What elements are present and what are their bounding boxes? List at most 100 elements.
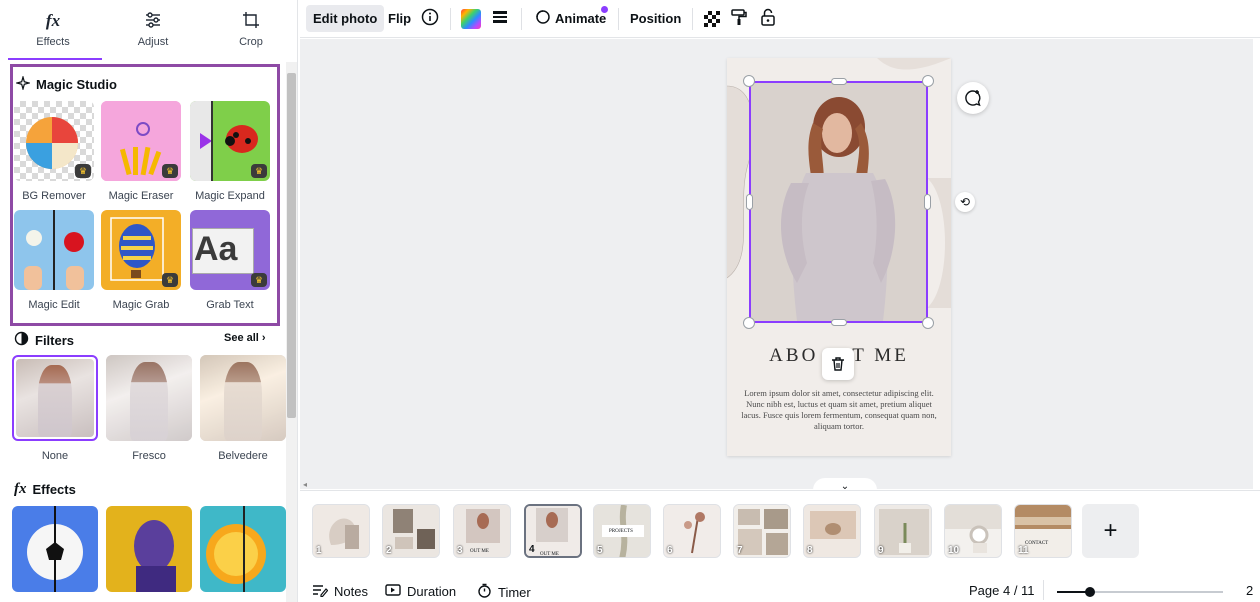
magic-edit-tile[interactable]	[14, 210, 94, 290]
panel-scrollbar-thumb[interactable]	[287, 73, 296, 418]
paint-roller-icon[interactable]	[728, 8, 750, 30]
filter-none-label: None	[41, 450, 69, 462]
zoom-slider-knob[interactable]	[1085, 587, 1095, 597]
see-all-label: See all	[224, 332, 259, 344]
timer-icon	[477, 583, 492, 601]
magic-eraser-tile[interactable]: ♛	[101, 101, 181, 181]
position-button[interactable]: Position	[623, 5, 688, 32]
portrait-image	[134, 520, 176, 592]
toolbar-divider	[618, 8, 619, 30]
toolbar-divider	[450, 8, 451, 30]
filters-see-all[interactable]: See all ›	[224, 332, 266, 344]
page-body-text[interactable]: Lorem ipsum dolor sit amet, consectetur …	[737, 388, 941, 432]
filter-fresco[interactable]	[106, 355, 192, 441]
page-number: 3	[457, 545, 463, 556]
page-number: 11	[1018, 545, 1029, 556]
side-panel: fx Effects Adjust Crop Magic Studio ♛ ♛ …	[0, 0, 298, 602]
magic-expand-tile[interactable]: ♛	[190, 101, 270, 181]
page-indicator-text: Page 4 / 11	[969, 583, 1035, 598]
page-number: 4	[529, 544, 535, 555]
magic-grab-label: Magic Grab	[112, 299, 170, 311]
resize-handle-s[interactable]	[831, 319, 847, 326]
page-thumbnail[interactable]: CONTACT 11	[1014, 504, 1072, 558]
resize-handle-e[interactable]	[924, 194, 931, 210]
effect-orange-split[interactable]	[200, 506, 286, 592]
tab-adjust[interactable]: Adjust	[104, 0, 202, 60]
flower-hands-image	[24, 210, 84, 290]
chevron-right-icon: ›	[261, 332, 266, 344]
flip-button[interactable]: Flip	[381, 5, 418, 32]
timer-button[interactable]: Timer	[477, 583, 531, 601]
zoom-slider-track[interactable]	[1057, 587, 1223, 597]
page-thumbnail[interactable]: 9	[874, 504, 932, 558]
panel-tabs: fx Effects Adjust Crop	[0, 0, 298, 62]
resize-handle-ne[interactable]	[922, 75, 934, 87]
thumb-caption: PROJECTS	[609, 529, 633, 534]
resize-handle-se[interactable]	[922, 317, 934, 329]
filter-belvedere-preview	[200, 355, 286, 441]
page-thumbnail[interactable]: 1	[312, 504, 370, 558]
page-thumbnail[interactable]: OUT ME 3	[453, 504, 511, 558]
page-number: 6	[667, 545, 673, 556]
grab-text-aa: Aa	[194, 230, 238, 268]
delete-button[interactable]	[822, 348, 854, 380]
resize-handle-w[interactable]	[746, 194, 753, 210]
page-thumbnail[interactable]: 2	[382, 504, 440, 558]
rotate-icon[interactable]: ⟲	[955, 192, 975, 212]
fx-small-icon: fx	[14, 481, 27, 497]
magic-expand-label: Magic Expand	[195, 190, 265, 202]
toolbar-divider	[521, 8, 522, 30]
page-thumbnail[interactable]: 8	[803, 504, 861, 558]
effect-soccer-ball[interactable]	[12, 506, 98, 592]
add-page-button[interactable]: +	[1082, 504, 1139, 558]
page-indicator[interactable]: Page 4 / 11	[969, 583, 1035, 598]
edit-photo-button[interactable]: Edit photo	[306, 5, 385, 32]
bg-remover-tile[interactable]: ♛	[14, 101, 94, 181]
page-thumbnail[interactable]: PROJECTS 5	[593, 504, 651, 558]
zoom-value[interactable]: 2	[1246, 583, 1253, 598]
add-comment-button[interactable]	[957, 82, 989, 114]
premium-crown-icon: ♛	[251, 273, 267, 287]
filter-fresco-label: Fresco	[132, 450, 166, 462]
tab-crop-label: Crop	[239, 36, 263, 48]
premium-crown-icon: ♛	[75, 164, 91, 178]
effects-title: Effects	[32, 482, 76, 497]
grab-text-tile[interactable]: Aa ♛	[190, 210, 270, 290]
tab-crop[interactable]: Crop	[202, 0, 300, 60]
transparency-icon[interactable]	[701, 8, 723, 30]
magic-edit-label: Magic Edit	[28, 299, 80, 311]
notes-label: Notes	[334, 584, 368, 599]
resize-handle-sw[interactable]	[743, 317, 755, 329]
page-number: 1	[316, 545, 322, 556]
info-icon[interactable]	[419, 8, 441, 30]
resize-handle-nw[interactable]	[743, 75, 755, 87]
filter-none[interactable]	[12, 355, 98, 441]
page-number: 10	[948, 545, 960, 556]
filter-belvedere[interactable]	[200, 355, 286, 441]
effect-duotone-portrait[interactable]	[106, 506, 192, 592]
tab-effects-label: Effects	[36, 36, 70, 48]
resize-handle-n[interactable]	[831, 78, 847, 85]
lock-icon[interactable]	[757, 8, 779, 30]
canvas-scroll-edge	[1253, 39, 1260, 489]
zoom-value-text: 2	[1246, 583, 1254, 598]
scroll-left-icon[interactable]: ◂	[303, 480, 307, 489]
page-thumbnail-current[interactable]: OUT ME 4	[524, 504, 582, 558]
page-thumbnail[interactable]: 7	[733, 504, 791, 558]
premium-crown-icon: ♛	[162, 164, 178, 178]
selected-photo[interactable]	[749, 81, 928, 323]
page-thumbnail[interactable]: 6	[663, 504, 721, 558]
grab-text-label: Grab Text	[206, 299, 254, 311]
magic-grab-tile[interactable]: ♛	[101, 210, 181, 290]
duration-button[interactable]: Duration	[385, 583, 456, 600]
notes-button[interactable]: Notes	[312, 583, 368, 600]
page-thumbnail[interactable]: 10	[944, 504, 1002, 558]
color-picker-icon[interactable]	[460, 8, 482, 30]
border-style-icon[interactable]	[489, 8, 511, 30]
tab-effects[interactable]: fx Effects	[4, 0, 102, 60]
fx-icon: fx	[45, 11, 61, 30]
page-number: 9	[878, 545, 884, 556]
effects-header: fx Effects	[14, 481, 76, 498]
soccer-ball-image	[27, 506, 83, 592]
tab-adjust-label: Adjust	[137, 36, 169, 48]
